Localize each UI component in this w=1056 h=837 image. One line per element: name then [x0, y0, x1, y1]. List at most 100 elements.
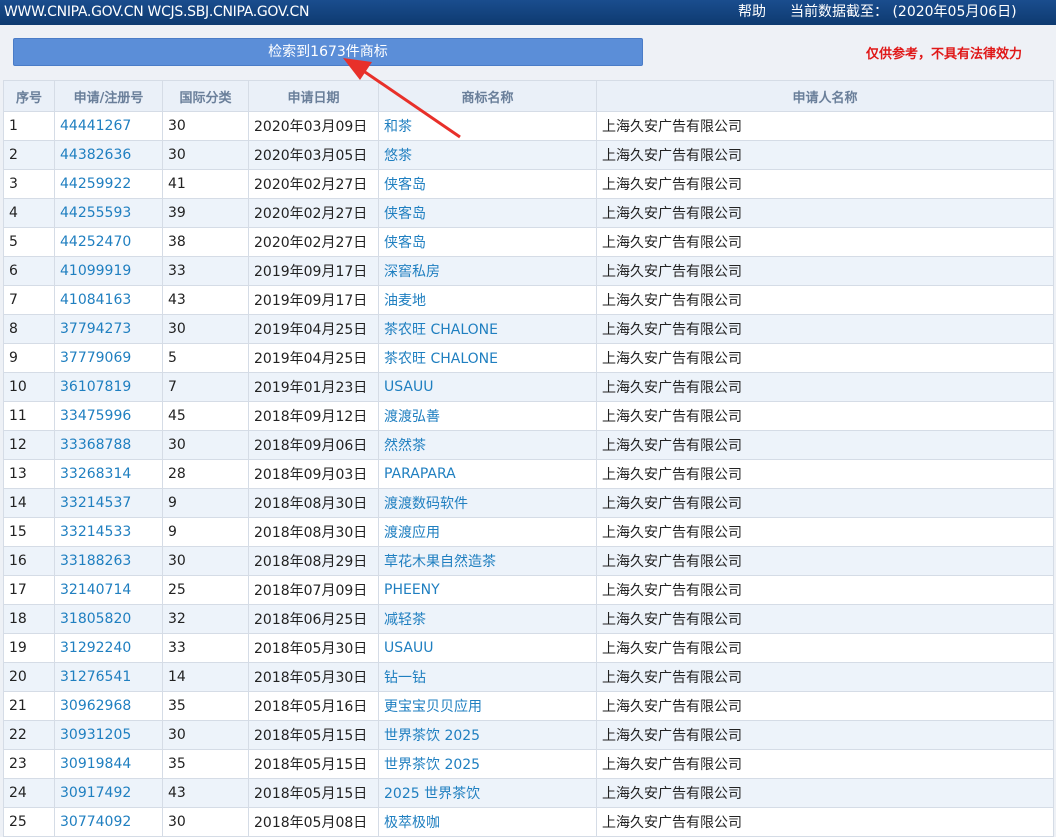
registration-number-link[interactable]: 36107819 — [54, 372, 163, 402]
applicant-cell: 上海久安广告有限公司 — [596, 749, 1054, 779]
registration-number-link[interactable]: 32140714 — [54, 575, 163, 605]
registration-number-link[interactable]: 44252470 — [54, 227, 163, 257]
applicant-cell: 上海久安广告有限公司 — [596, 459, 1054, 489]
column-header-trademark-name: 商标名称 — [378, 80, 597, 112]
class-cell: 30 — [162, 546, 249, 576]
applicant-cell: 上海久安广告有限公司 — [596, 807, 1054, 837]
table-row: 10 36107819 7 2019年01月23日 USAUU 上海久安广告有限公司 — [3, 372, 1054, 402]
trademark-name-link[interactable]: 茶农旺 CHALONE — [378, 343, 597, 373]
date-cell: 2018年05月30日 — [248, 633, 379, 663]
trademark-name-link[interactable]: USAUU — [378, 633, 597, 663]
registration-number-link[interactable]: 33188263 — [54, 546, 163, 576]
applicant-cell: 上海久安广告有限公司 — [596, 778, 1054, 808]
table-row: 18 31805820 32 2018年06月25日 减轻茶 上海久安广告有限公司 — [3, 604, 1054, 634]
registration-number-link[interactable]: 30917492 — [54, 778, 163, 808]
class-cell: 33 — [162, 633, 249, 663]
help-link[interactable]: 帮助 — [738, 0, 766, 24]
trademark-name-link[interactable]: 极萃极咖 — [378, 807, 597, 837]
trademark-name-link[interactable]: 更宝宝贝贝应用 — [378, 691, 597, 721]
applicant-cell: 上海久安广告有限公司 — [596, 227, 1054, 257]
registration-number-link[interactable]: 44255593 — [54, 198, 163, 228]
trademark-name-link[interactable]: 渡渡数码软件 — [378, 488, 597, 518]
table-row: 16 33188263 30 2018年08月29日 草花木果自然造茶 上海久安广告有限公… — [3, 546, 1054, 576]
row-index: 8 — [3, 314, 55, 344]
table-row: 17 32140714 25 2018年07月09日 PHEENY 上海久安广告有限公司 — [3, 575, 1054, 605]
row-index: 12 — [3, 430, 55, 460]
trademark-name-link[interactable]: 渡渡应用 — [378, 517, 597, 547]
class-cell: 25 — [162, 575, 249, 605]
date-cell: 2018年09月06日 — [248, 430, 379, 460]
trademark-name-link[interactable]: 然然茶 — [378, 430, 597, 460]
data-as-of-date: 当前数据截至： (2020年05月06日) — [790, 4, 1017, 20]
column-header-reg-number: 申请/注册号 — [54, 80, 163, 112]
registration-number-link[interactable]: 31276541 — [54, 662, 163, 692]
table-row: 19 31292240 33 2018年05月30日 USAUU 上海久安广告有限公司 — [3, 633, 1054, 663]
registration-number-link[interactable]: 41084163 — [54, 285, 163, 315]
row-index: 24 — [3, 778, 55, 808]
row-index: 3 — [3, 169, 55, 199]
class-cell: 38 — [162, 227, 249, 257]
trademark-name-link[interactable]: PHEENY — [378, 575, 597, 605]
table-row: 22 30931205 30 2018年05月15日 世界茶饮 2025 上海久安广告有限… — [3, 720, 1054, 750]
trademark-name-link[interactable]: PARAPARA — [378, 459, 597, 489]
date-cell: 2018年08月30日 — [248, 517, 379, 547]
trademark-name-link[interactable]: 2025 世界茶饮 — [378, 778, 597, 808]
applicant-cell: 上海久安广告有限公司 — [596, 691, 1054, 721]
registration-number-link[interactable]: 30931205 — [54, 720, 163, 750]
class-cell: 7 — [162, 372, 249, 402]
registration-number-link[interactable]: 44259922 — [54, 169, 163, 199]
registration-number-link[interactable]: 37794273 — [54, 314, 163, 344]
date-cell: 2018年09月12日 — [248, 401, 379, 431]
registration-number-link[interactable]: 33214533 — [54, 517, 163, 547]
trademark-name-link[interactable]: 侠客岛 — [378, 169, 597, 199]
trademark-name-link[interactable]: 深窖私房 — [378, 256, 597, 286]
registration-number-link[interactable]: 33214537 — [54, 488, 163, 518]
trademark-name-link[interactable]: 世界茶饮 2025 — [378, 749, 597, 779]
trademark-name-link[interactable]: 侠客岛 — [378, 227, 597, 257]
trademark-name-link[interactable]: 侠客岛 — [378, 198, 597, 228]
registration-number-link[interactable]: 30962968 — [54, 691, 163, 721]
table-row: 25 30774092 30 2018年05月08日 极萃极咖 上海久安广告有限公司 — [3, 807, 1054, 837]
class-cell: 43 — [162, 778, 249, 808]
date-cell: 2018年05月15日 — [248, 749, 379, 779]
date-cell: 2018年07月09日 — [248, 575, 379, 605]
date-cell: 2018年05月16日 — [248, 691, 379, 721]
registration-number-link[interactable]: 33475996 — [54, 401, 163, 431]
trademark-name-link[interactable]: USAUU — [378, 372, 597, 402]
trademark-name-link[interactable]: 世界茶饮 2025 — [378, 720, 597, 750]
table-row: 8 37794273 30 2019年04月25日 茶农旺 CHALONE 上海久安广告有… — [3, 314, 1054, 344]
date-cell: 2019年09月17日 — [248, 256, 379, 286]
registration-number-link[interactable]: 44382636 — [54, 140, 163, 170]
trademark-name-link[interactable]: 油麦地 — [378, 285, 597, 315]
applicant-cell: 上海久安广告有限公司 — [596, 343, 1054, 373]
registration-number-link[interactable]: 41099919 — [54, 256, 163, 286]
date-cell: 2018年09月03日 — [248, 459, 379, 489]
trademark-name-link[interactable]: 茶农旺 CHALONE — [378, 314, 597, 344]
trademark-name-link[interactable]: 减轻茶 — [378, 604, 597, 634]
registration-number-link[interactable]: 31292240 — [54, 633, 163, 663]
row-index: 19 — [3, 633, 55, 663]
class-cell: 43 — [162, 285, 249, 315]
site-urls: WWW.CNIPA.GOV.CN WCJS.SBJ.CNIPA.GOV.CN — [4, 4, 310, 20]
column-header-applicant: 申请人名称 — [596, 80, 1054, 112]
date-cell: 2018年06月25日 — [248, 604, 379, 634]
trademark-name-link[interactable]: 悠茶 — [378, 140, 597, 170]
registration-number-link[interactable]: 33368788 — [54, 430, 163, 460]
date-cell: 2019年09月17日 — [248, 285, 379, 315]
registration-number-link[interactable]: 31805820 — [54, 604, 163, 634]
registration-number-link[interactable]: 30774092 — [54, 807, 163, 837]
date-cell: 2018年05月15日 — [248, 778, 379, 808]
row-index: 22 — [3, 720, 55, 750]
class-cell: 45 — [162, 401, 249, 431]
trademark-name-link[interactable]: 钻一钻 — [378, 662, 597, 692]
registration-number-link[interactable]: 44441267 — [54, 111, 163, 141]
class-cell: 9 — [162, 517, 249, 547]
trademark-name-link[interactable]: 草花木果自然造茶 — [378, 546, 597, 576]
result-count-button[interactable]: 检索到1673件商标 — [13, 38, 643, 66]
trademark-name-link[interactable]: 和茶 — [378, 111, 597, 141]
registration-number-link[interactable]: 30919844 — [54, 749, 163, 779]
registration-number-link[interactable]: 37779069 — [54, 343, 163, 373]
trademark-name-link[interactable]: 渡渡弘善 — [378, 401, 597, 431]
registration-number-link[interactable]: 33268314 — [54, 459, 163, 489]
applicant-cell: 上海久安广告有限公司 — [596, 633, 1054, 663]
